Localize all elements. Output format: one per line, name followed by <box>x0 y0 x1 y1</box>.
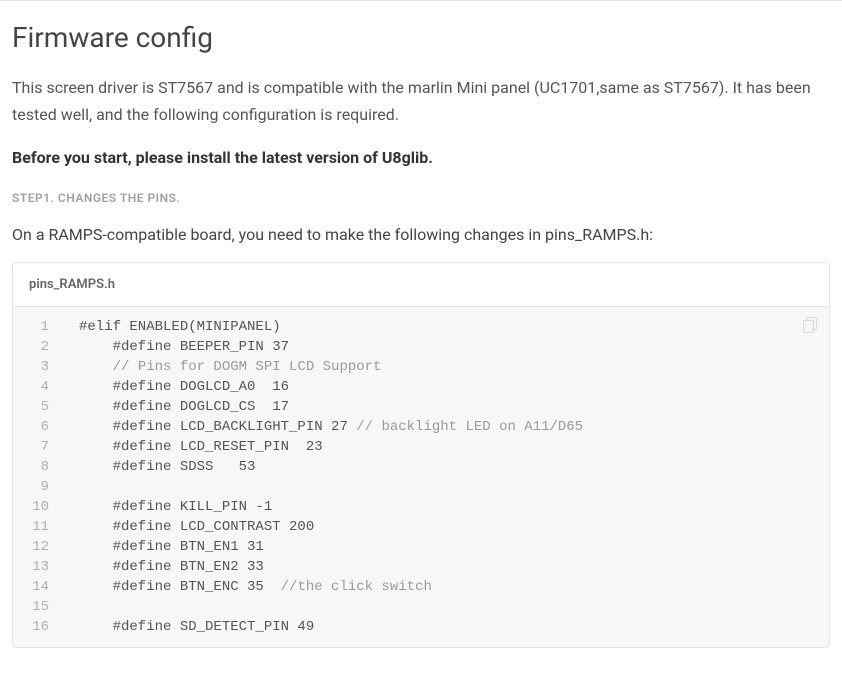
code-line <box>79 597 813 617</box>
code-line <box>79 477 813 497</box>
code-text: #define DOGLCD_A0 16 <box>79 379 289 395</box>
line-number: 15 <box>27 597 49 617</box>
line-number: 2 <box>27 337 49 357</box>
code-line: #define DOGLCD_CS 17 <box>79 397 813 417</box>
line-number: 4 <box>27 377 49 397</box>
line-number: 6 <box>27 417 49 437</box>
line-number: 5 <box>27 397 49 417</box>
line-number: 14 <box>27 577 49 597</box>
code-text: #define LCD_BACKLIGHT_PIN 27 <box>79 419 356 435</box>
code-text: #define BTN_EN2 33 <box>79 559 264 575</box>
line-number: 3 <box>27 357 49 377</box>
code-line: #define SDSS 53 <box>79 457 813 477</box>
line-number: 8 <box>27 457 49 477</box>
code-filename: pins_RAMPS.h <box>13 263 829 307</box>
code-text: #define KILL_PIN -1 <box>79 499 272 515</box>
code-line: #define BEEPER_PIN 37 <box>79 337 813 357</box>
code-line: #define LCD_CONTRAST 200 <box>79 517 813 537</box>
code-line: #define DOGLCD_A0 16 <box>79 377 813 397</box>
code-comment: //the click switch <box>281 579 432 595</box>
code-comment: // Pins for DOGM SPI LCD Support <box>113 359 382 375</box>
code-line: #define BTN_EN1 31 <box>79 537 813 557</box>
warning-text: Before you start, please install the lat… <box>12 148 830 167</box>
copy-icon[interactable] <box>803 317 817 333</box>
code-text: #define BTN_ENC 35 <box>79 579 281 595</box>
code-text: #define SD_DETECT_PIN 49 <box>79 619 314 635</box>
line-number: 16 <box>27 617 49 637</box>
code-line: #elif ENABLED(MINIPANEL) <box>79 317 813 337</box>
line-number: 9 <box>27 477 49 497</box>
code-line: // Pins for DOGM SPI LCD Support <box>79 357 813 377</box>
step1-description: On a RAMPS-compatible board, you need to… <box>12 225 830 244</box>
step1-heading: STEP1. CHANGES THE PINS. <box>12 191 830 205</box>
code-line: #define LCD_BACKLIGHT_PIN 27 // backligh… <box>79 417 813 437</box>
code-line: #define KILL_PIN -1 <box>79 497 813 517</box>
code-text: #define DOGLCD_CS 17 <box>79 399 289 415</box>
code-line: #define BTN_ENC 35 //the click switch <box>79 577 813 597</box>
code-text: #define LCD_RESET_PIN 23 <box>79 439 323 455</box>
page-title: Firmware config <box>12 21 830 54</box>
line-number: 12 <box>27 537 49 557</box>
code-line: #define SD_DETECT_PIN 49 <box>79 617 813 637</box>
line-number: 1 <box>27 317 49 337</box>
intro-paragraph: This screen driver is ST7567 and is comp… <box>12 74 830 128</box>
code-line: #define LCD_RESET_PIN 23 <box>79 437 813 457</box>
code-text: #define SDSS 53 <box>79 459 255 475</box>
code-text: #define BTN_EN1 31 <box>79 539 264 555</box>
code-line: #define BTN_EN2 33 <box>79 557 813 577</box>
code-comment: // backlight LED on A11/D65 <box>356 419 583 435</box>
line-number: 7 <box>27 437 49 457</box>
code-text: #elif ENABLED(MINIPANEL) <box>79 319 281 335</box>
code-text: #define BEEPER_PIN 37 <box>79 339 289 355</box>
code-text <box>79 359 113 375</box>
line-number: 13 <box>27 557 49 577</box>
code-content: #elif ENABLED(MINIPANEL) #define BEEPER_… <box>59 307 829 637</box>
line-number: 10 <box>27 497 49 517</box>
code-body: 12345678910111213141516 #elif ENABLED(MI… <box>13 307 829 647</box>
line-numbers: 12345678910111213141516 <box>13 307 59 637</box>
code-block: pins_RAMPS.h 12345678910111213141516 #el… <box>12 262 830 648</box>
code-text: #define LCD_CONTRAST 200 <box>79 519 314 535</box>
line-number: 11 <box>27 517 49 537</box>
